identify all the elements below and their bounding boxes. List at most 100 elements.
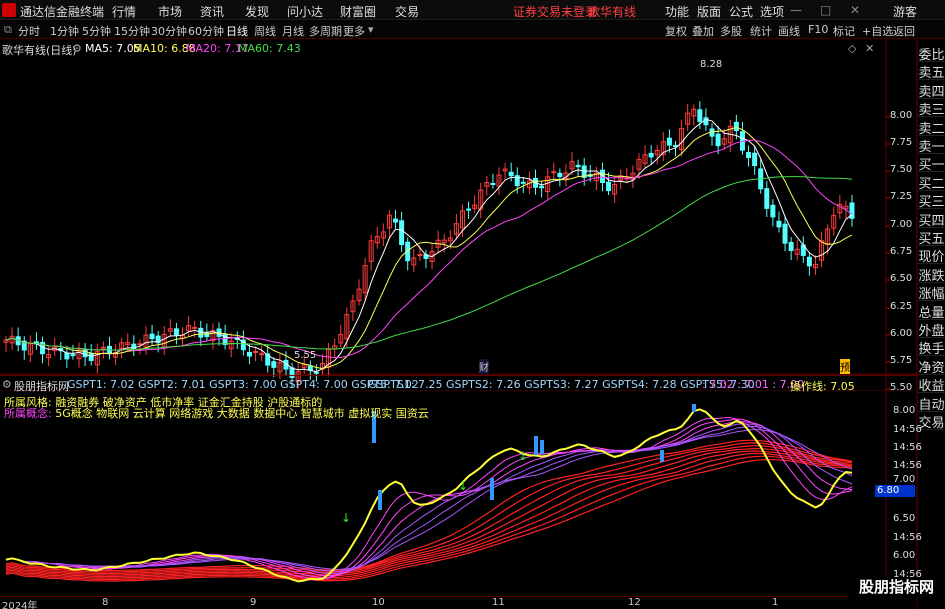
high-price-label: 8.28 [700, 59, 723, 70]
candle-body [764, 188, 770, 209]
watermark-name: 股朋指标网 [848, 577, 945, 597]
forecast-mark[interactable]: 预 [840, 359, 850, 374]
side-tab[interactable]: 卖二 [918, 118, 945, 137]
candle-body [70, 354, 76, 357]
candle-body [64, 352, 70, 360]
indicator-tail-values: : 7.02 : 7.01 : 7.00 [702, 378, 805, 391]
candle-body [715, 133, 721, 147]
side-tab[interactable]: 换手 [918, 338, 945, 357]
side-tab[interactable]: 交易 [918, 412, 945, 431]
low-price-label: 5.55 [294, 350, 317, 361]
side-tab[interactable]: 卖五 [918, 62, 945, 81]
candle-body [417, 254, 423, 257]
candle-body [259, 353, 265, 356]
price-tick-label: 7.50 [890, 164, 913, 175]
earnings-mark[interactable]: 财 [479, 359, 489, 374]
kline-chart: ↓ ↓ ↓ [0, 40, 918, 609]
price-tick-label: 5.75 [890, 355, 913, 366]
signal-bar [378, 490, 382, 510]
candle-body [520, 181, 526, 184]
indicator-band-line [5, 452, 853, 579]
side-tab[interactable]: 买三 [918, 191, 945, 210]
side-tab[interactable]: 总量 [918, 302, 945, 321]
xaxis-label: 1 [772, 597, 779, 608]
xaxis-label: 8 [102, 597, 109, 608]
candle-body [782, 223, 788, 244]
candle-body [539, 185, 545, 189]
sub-tick-label: 6.00 [893, 550, 916, 561]
ma60-line [5, 176, 853, 351]
candle-body [137, 343, 143, 346]
side-tab[interactable]: 净资 [918, 357, 945, 376]
candle-body [307, 365, 313, 371]
indicator-header: ⚙ 股朋指标网 GSPT1: 7.02 GSPT2: 7.01 GSPT3: 7… [0, 375, 918, 394]
candle-body [752, 152, 758, 167]
candle-body [806, 256, 812, 267]
ma20-line [5, 139, 853, 359]
sub-current-price-box: 6.80 [875, 485, 915, 497]
side-tab[interactable]: 涨幅 [918, 283, 945, 302]
candle-body [697, 109, 703, 122]
candle-body [746, 152, 752, 159]
xaxis-label: 9 [250, 597, 257, 608]
candle-body [88, 353, 94, 362]
sub-tick-label: 14:56 [893, 424, 922, 435]
side-tab[interactable]: 自动 [918, 394, 945, 413]
side-tab[interactable]: 涨跌 [918, 265, 945, 284]
side-tab[interactable]: 卖一 [918, 136, 945, 155]
side-tab[interactable]: 卖三 [918, 99, 945, 118]
gspt-values: GSPT1: 7.02 GSPT2: 7.01 GSPT3: 7.00 GSPT… [67, 378, 419, 391]
side-tab[interactable]: 买四 [918, 210, 945, 229]
side-tab[interactable]: 卖四 [918, 81, 945, 100]
sub-tick-label: 8.00 [893, 405, 916, 416]
candle-body [192, 326, 198, 329]
price-tick-label: 6.25 [890, 301, 913, 312]
ma10-line [5, 126, 853, 370]
candle-body [466, 208, 472, 211]
concept-value: 5G概念 物联网 云计算 网络游戏 大数据 数据中心 智慧城市 虚拟现实 国资云 [55, 407, 429, 420]
signal-bar [540, 440, 544, 454]
signal-bar [692, 404, 696, 412]
gspts-values: GSPTS1: 7.25 GSPTS2: 7.26 GSPTS3: 7.27 G… [368, 378, 755, 391]
xaxis-label: 2024年 [2, 601, 38, 609]
indicator-fan-line [5, 425, 853, 572]
side-tab[interactable]: 委比 [918, 44, 945, 63]
candle-body [399, 220, 405, 246]
indicator-band-line [5, 455, 853, 581]
xaxis-label: 12 [628, 597, 641, 608]
candle-body [648, 152, 654, 158]
side-tab[interactable]: 买五 [918, 228, 945, 247]
price-tick-label: 8.00 [890, 110, 913, 121]
candle-body [770, 204, 776, 218]
candle-body [82, 349, 88, 358]
candle-body [246, 351, 252, 357]
side-tab[interactable]: 买二 [918, 173, 945, 192]
candle-body [788, 241, 794, 251]
side-tab[interactable]: 收益 [918, 375, 945, 394]
signal-bar [660, 450, 664, 462]
candle-body [508, 171, 514, 177]
xaxis-label: 10 [372, 597, 385, 608]
side-tab[interactable]: 现价 [918, 246, 945, 265]
indicator-band-line [5, 445, 853, 575]
price-tick-label: 6.75 [890, 246, 913, 257]
sub-tick-label: 14:56 [893, 442, 922, 453]
sub-tick-label: 14:56 [893, 532, 922, 543]
candle-body [551, 171, 557, 174]
indicator-settings-icon[interactable]: ⚙ [2, 378, 12, 391]
candle-body [666, 137, 672, 146]
candle-body [173, 328, 179, 336]
candle-body [271, 361, 277, 368]
signal-bar [534, 436, 538, 455]
indicator-name[interactable]: 股朋指标网 [14, 378, 69, 394]
sub-tick-label: 6.50 [893, 513, 916, 524]
side-tab[interactable]: 买一 [918, 154, 945, 173]
candle-body [149, 333, 155, 340]
candle-body [393, 218, 399, 223]
candle-body [313, 371, 319, 374]
sub-tick-label: 7.00 [893, 474, 916, 485]
side-tab[interactable]: 外盘 [918, 320, 945, 339]
candle-body [557, 172, 563, 178]
candle-body [575, 164, 581, 168]
candle-body [490, 182, 496, 185]
